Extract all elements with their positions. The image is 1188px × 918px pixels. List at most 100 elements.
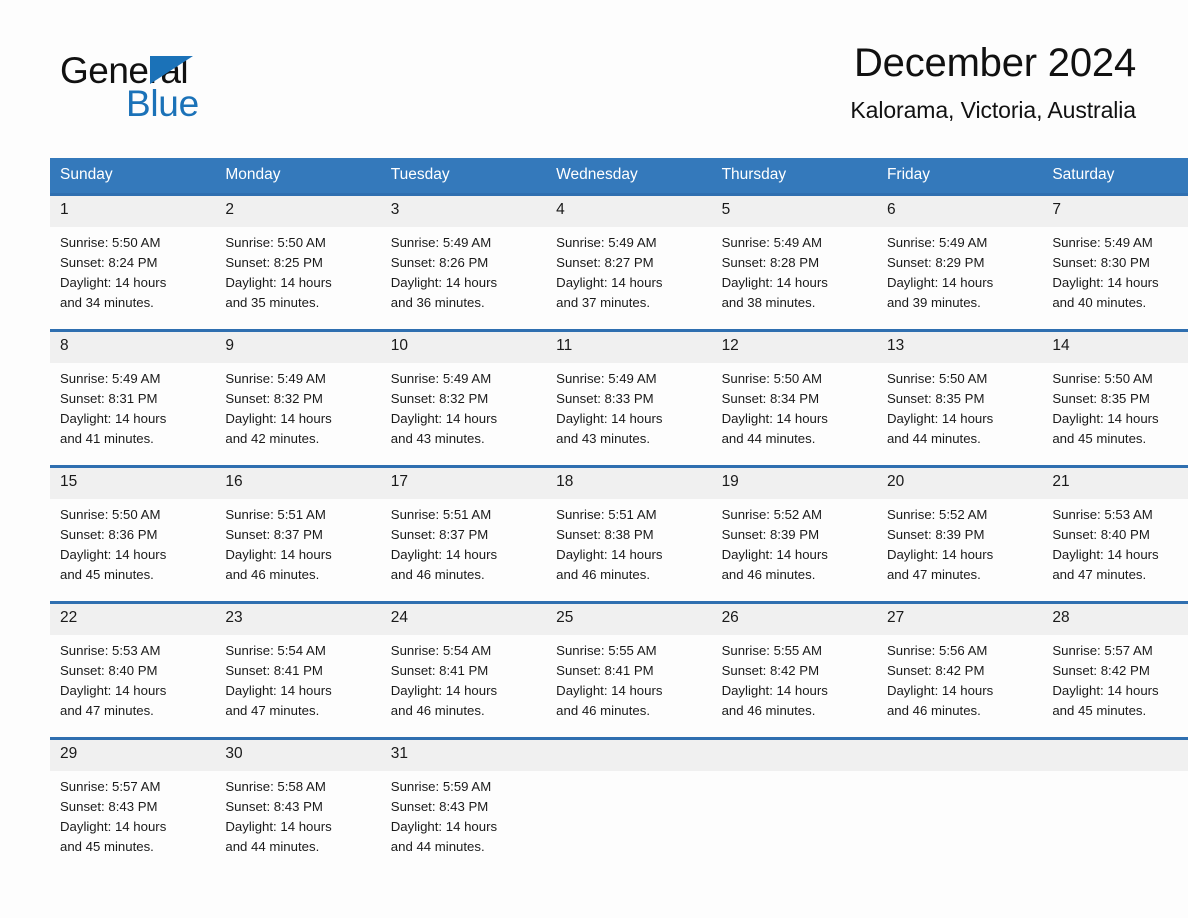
day-cell[interactable]: Sunrise: 5:49 AM Sunset: 8:26 PM Daylight:… <box>380 227 547 329</box>
sunrise-text: Sunrise: 5:49 AM <box>556 371 657 386</box>
day-cell[interactable]: Sunrise: 5:49 AM Sunset: 8:29 PM Daylight:… <box>876 227 1043 329</box>
day-number[interactable]: 21 <box>1042 468 1188 499</box>
day-number[interactable]: 5 <box>711 196 877 227</box>
sunset-text: Sunset: 8:31 PM <box>60 391 158 407</box>
day-cell[interactable]: Sunrise: 5:57 AM Sunset: 8:43 PM Daylight:… <box>50 771 216 873</box>
day-number[interactable]: 16 <box>215 468 381 499</box>
day-number[interactable]: 2 <box>215 196 381 227</box>
daylight-text-line2: and 45 minutes. <box>60 567 154 583</box>
day-cell[interactable]: Sunrise: 5:55 AM Sunset: 8:41 PM Daylight:… <box>546 635 712 737</box>
calendar-page: General Blue December 2024 Kalorama, Vic… <box>0 0 1188 918</box>
day-cell[interactable]: Sunrise: 5:51 AM Sunset: 8:38 PM Daylight:… <box>546 499 712 601</box>
day-cell[interactable]: Sunrise: 5:50 AM Sunset: 8:34 PM Daylight:… <box>711 363 877 465</box>
day-cell[interactable]: Sunrise: 5:49 AM Sunset: 8:32 PM Daylight:… <box>380 363 547 465</box>
day-number[interactable]: 23 <box>215 604 381 635</box>
sunset-text: Sunset: 8:35 PM <box>1052 391 1150 407</box>
day-number[interactable]: 6 <box>876 196 1043 227</box>
week-daynumber-row: 15 16 17 18 19 20 21 <box>50 468 1188 499</box>
day-cell[interactable]: Sunrise: 5:55 AM Sunset: 8:42 PM Daylight:… <box>711 635 877 737</box>
day-cell[interactable]: Sunrise: 5:53 AM Sunset: 8:40 PM Daylight:… <box>1042 499 1188 601</box>
daylight-text-line2: and 43 minutes. <box>556 431 651 447</box>
day-cell[interactable]: Sunrise: 5:50 AM Sunset: 8:35 PM Daylight:… <box>876 363 1043 465</box>
day-cell[interactable]: Sunrise: 5:52 AM Sunset: 8:39 PM Daylight:… <box>711 499 877 601</box>
day-number[interactable]: 10 <box>380 332 547 363</box>
day-cell[interactable]: Sunrise: 5:59 AM Sunset: 8:43 PM Daylight:… <box>380 771 547 873</box>
day-number[interactable]: 18 <box>546 468 712 499</box>
sunset-text: Sunset: 8:28 PM <box>721 255 820 271</box>
week-daynumber-row: 8 9 10 11 12 13 14 <box>50 332 1188 363</box>
sunset-text: Sunset: 8:40 PM <box>60 663 158 679</box>
day-number[interactable]: 24 <box>380 604 547 635</box>
daylight-text-line1: Daylight: 14 hours <box>721 275 828 291</box>
day-cell[interactable]: Sunrise: 5:50 AM Sunset: 8:24 PM Daylight:… <box>50 227 216 329</box>
sunset-text: Sunset: 8:34 PM <box>721 391 820 407</box>
day-cell[interactable]: Sunrise: 5:50 AM Sunset: 8:25 PM Daylight:… <box>215 227 381 329</box>
day-number[interactable]: 4 <box>546 196 712 227</box>
daylight-text-line2: and 38 minutes. <box>721 295 816 311</box>
day-number[interactable]: 7 <box>1042 196 1188 227</box>
day-number[interactable]: 8 <box>50 332 216 363</box>
daylight-text-line2: and 47 minutes. <box>1052 567 1147 583</box>
daylight-text-line1: Daylight: 14 hours <box>390 411 498 427</box>
day-number[interactable]: 26 <box>711 604 877 635</box>
day-number[interactable]: 12 <box>711 332 877 363</box>
daylight-text-line1: Daylight: 14 hours <box>556 683 663 699</box>
day-cell[interactable]: Sunrise: 5:57 AM Sunset: 8:42 PM Daylight:… <box>1042 635 1188 737</box>
day-cell[interactable]: Sunrise: 5:49 AM Sunset: 8:31 PM Daylight:… <box>50 363 216 465</box>
day-cell[interactable]: Sunrise: 5:50 AM Sunset: 8:36 PM Daylight:… <box>50 499 216 601</box>
day-number[interactable]: 30 <box>215 740 381 771</box>
day-cell[interactable]: Sunrise: 5:51 AM Sunset: 8:37 PM Daylight:… <box>380 499 547 601</box>
sunrise-text: Sunrise: 5:56 AM <box>886 643 988 658</box>
title-block: December 2024 Kalorama, Victoria, Austra… <box>850 41 1138 124</box>
day-cell[interactable]: Sunrise: 5:58 AM Sunset: 8:43 PM Daylight:… <box>215 771 381 873</box>
day-number[interactable]: 29 <box>50 740 216 771</box>
sunrise-text: Sunrise: 5:49 AM <box>556 235 657 250</box>
sunset-text: Sunset: 8:24 PM <box>60 255 158 271</box>
day-number[interactable]: 28 <box>1042 604 1188 635</box>
sunrise-text: Sunrise: 5:50 AM <box>721 371 822 386</box>
day-cell[interactable]: Sunrise: 5:54 AM Sunset: 8:41 PM Daylight:… <box>380 635 547 737</box>
daylight-text-line1: Daylight: 14 hours <box>60 819 167 835</box>
day-cell[interactable]: Sunrise: 5:51 AM Sunset: 8:37 PM Daylight:… <box>215 499 381 601</box>
sunrise-text: Sunrise: 5:49 AM <box>60 371 161 386</box>
day-cell[interactable]: Sunrise: 5:54 AM Sunset: 8:41 PM Daylight:… <box>215 635 381 737</box>
day-number[interactable]: 13 <box>876 332 1043 363</box>
daylight-text-line1: Daylight: 14 hours <box>1052 683 1159 699</box>
sunrise-text: Sunrise: 5:49 AM <box>886 235 988 250</box>
day-cell[interactable]: Sunrise: 5:49 AM Sunset: 8:32 PM Daylight:… <box>215 363 381 465</box>
day-number[interactable]: 15 <box>50 468 216 499</box>
day-number[interactable]: 3 <box>380 196 547 227</box>
daylight-text-line1: Daylight: 14 hours <box>60 683 167 699</box>
week-detail-row: Sunrise: 5:57 AM Sunset: 8:43 PM Daylight:… <box>50 771 1188 873</box>
daylight-text-line2: and 41 minutes. <box>60 431 154 447</box>
day-cell[interactable]: Sunrise: 5:49 AM Sunset: 8:30 PM Daylight:… <box>1042 227 1188 329</box>
day-number[interactable]: 25 <box>546 604 712 635</box>
day-number[interactable]: 27 <box>876 604 1043 635</box>
day-cell[interactable]: Sunrise: 5:49 AM Sunset: 8:28 PM Daylight:… <box>711 227 877 329</box>
daylight-text-line1: Daylight: 14 hours <box>390 547 498 563</box>
day-cell[interactable]: Sunrise: 5:49 AM Sunset: 8:27 PM Daylight:… <box>546 227 712 329</box>
day-cell[interactable]: Sunrise: 5:49 AM Sunset: 8:33 PM Daylight:… <box>546 363 712 465</box>
blue-triangle-icon <box>150 56 193 84</box>
day-number[interactable]: 19 <box>711 468 877 499</box>
day-cell[interactable]: Sunrise: 5:50 AM Sunset: 8:35 PM Daylight:… <box>1042 363 1188 465</box>
day-number[interactable]: 22 <box>50 604 216 635</box>
page-header: General Blue December 2024 Kalorama, Vic… <box>50 0 1138 142</box>
generalblue-logo[interactable]: General Blue <box>50 42 250 122</box>
daylight-text-line2: and 45 minutes. <box>1052 431 1147 447</box>
day-cell[interactable]: Sunrise: 5:56 AM Sunset: 8:42 PM Daylight:… <box>876 635 1043 737</box>
daylight-text-line1: Daylight: 14 hours <box>225 411 332 427</box>
day-number[interactable]: 1 <box>50 196 216 227</box>
day-cell[interactable]: Sunrise: 5:53 AM Sunset: 8:40 PM Daylight:… <box>50 635 216 737</box>
day-cell[interactable]: Sunrise: 5:52 AM Sunset: 8:39 PM Daylight:… <box>876 499 1043 601</box>
sunset-text: Sunset: 8:42 PM <box>886 663 985 679</box>
sunrise-sunset-calendar: Sunday Monday Tuesday Wednesday Thursday… <box>50 158 1188 873</box>
day-number[interactable]: 9 <box>215 332 381 363</box>
day-number[interactable]: 17 <box>380 468 547 499</box>
day-number[interactable]: 14 <box>1042 332 1188 363</box>
day-number[interactable]: 20 <box>876 468 1043 499</box>
sunrise-text: Sunrise: 5:49 AM <box>1052 235 1153 250</box>
day-number[interactable]: 11 <box>546 332 712 363</box>
day-number[interactable]: 31 <box>380 740 547 771</box>
sunrise-text: Sunrise: 5:49 AM <box>390 235 492 250</box>
